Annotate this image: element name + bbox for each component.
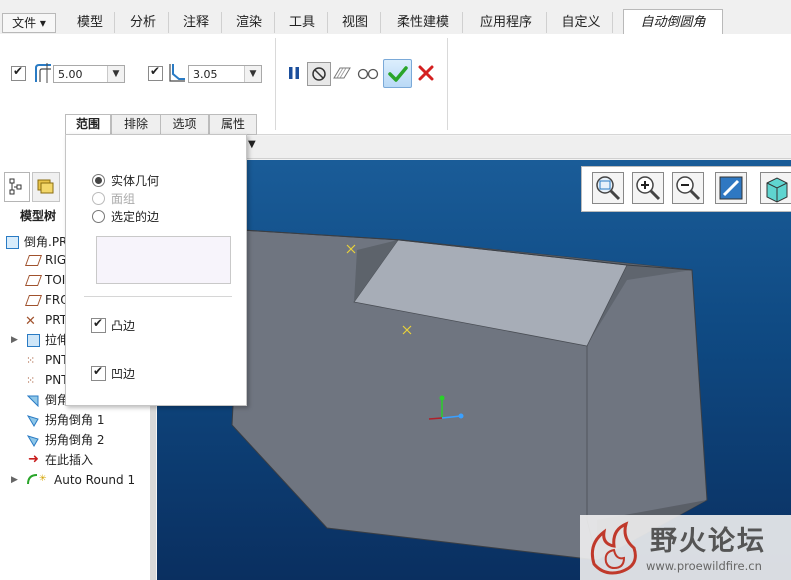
watermark-url: www.proewildfire.cn (646, 559, 762, 573)
chamfer-distance-icon (167, 62, 187, 84)
datum-plane-icon (24, 295, 43, 306)
verify-glasses-icon[interactable] (355, 62, 381, 84)
tree-item-label: 在此插入 (45, 453, 94, 467)
selected-edges-label: 选定的边 (111, 210, 160, 224)
model-tree-tab-icon[interactable] (4, 172, 30, 202)
expand-arrow-icon[interactable]: ▶ (11, 470, 18, 490)
round-radius-value: 5.00 (58, 68, 83, 81)
tree-item-label: 拐角倒角 2 (45, 433, 105, 447)
watermark-title: 野火论坛 (650, 526, 766, 557)
tab-tools[interactable]: 工具 (277, 12, 328, 33)
coordinate-system-icon: ✕ (25, 314, 36, 329)
repaint-button[interactable] (715, 172, 747, 204)
round-radius-checkbox[interactable] (11, 64, 26, 81)
tab-view[interactable]: 视图 (330, 12, 381, 33)
quilt-radio (92, 192, 105, 205)
tab-model[interactable]: 模型 (66, 12, 115, 33)
solid-geometry-label: 实体几何 (111, 174, 160, 188)
tree-item-label: TOI (45, 273, 66, 287)
round-radius-icon (33, 62, 53, 84)
selected-edges-radio[interactable] (92, 210, 105, 223)
convex-edges-checkbox[interactable] (91, 316, 106, 333)
chevron-down-icon[interactable]: ▼ (107, 66, 124, 82)
chamfer-distance-value: 3.05 (193, 68, 218, 81)
divider (84, 296, 232, 297)
tab-customize[interactable]: 自定义 (550, 12, 613, 33)
tab-options[interactable]: 选项 (160, 114, 209, 135)
extrude-icon (27, 334, 40, 347)
insert-arrow-icon: ➜ (28, 452, 39, 467)
part-icon (6, 236, 19, 249)
chamfer-icon (26, 393, 39, 408)
tab-annotate[interactable]: 注释 (171, 12, 222, 33)
tab-applications[interactable]: 应用程序 (466, 12, 547, 33)
corner-chamfer-icon (26, 433, 39, 447)
chevron-down-icon[interactable]: ▼ (248, 139, 256, 150)
chamfer-distance-checkbox[interactable] (148, 64, 163, 81)
tab-analysis[interactable]: 分析 (118, 12, 169, 33)
file-menu-tab[interactable]: 文件 ▾ (2, 13, 56, 33)
corner-chamfer-icon (26, 413, 39, 427)
chevron-down-icon[interactable]: ▼ (244, 66, 261, 82)
forum-watermark: 野火论坛 www.proewildfire.cn (580, 515, 791, 580)
tab-exclude[interactable]: 排除 (111, 114, 161, 135)
chamfer-distance-dropdown[interactable]: 3.05 ▼ (188, 65, 262, 83)
expand-arrow-icon[interactable]: ▶ (11, 330, 18, 350)
datum-plane-icon (24, 255, 43, 266)
zoom-out-button[interactable] (672, 172, 704, 204)
tree-item-label: RIG (45, 253, 67, 267)
group-separator (275, 38, 276, 130)
file-menu-label: 文件 (12, 16, 37, 30)
pause-icon[interactable] (283, 62, 305, 84)
quilt-label: 面组 (111, 192, 136, 206)
tab-scope[interactable]: 范围 (65, 114, 111, 135)
tab-render[interactable]: 渲染 (224, 12, 275, 33)
checkmark-icon (387, 65, 408, 82)
accept-button[interactable] (383, 59, 412, 88)
solid-geometry-radio[interactable] (92, 174, 105, 187)
datum-point-icon: ⁙ (26, 374, 36, 387)
tree-item-label: PRT (45, 313, 68, 327)
display-style-button[interactable] (760, 172, 791, 204)
preview-geometry-icon[interactable] (331, 62, 353, 84)
ribbon-tab-bar: 文件 ▾ 模型 分析 注释 渲染 工具 视图 柔性建模 应用程序 自定义 自动倒… (0, 0, 791, 35)
datum-point-icon: ⁙ (26, 354, 36, 367)
flame-logo-icon (590, 521, 637, 575)
svg-text:✳: ✳ (39, 474, 47, 484)
zoom-window-button[interactable] (592, 172, 624, 204)
round-radius-dropdown[interactable]: 5.00 ▼ (53, 65, 125, 83)
edge-collector[interactable] (96, 236, 231, 284)
view-toolbar (581, 166, 791, 212)
no-preview-icon[interactable] (307, 62, 331, 86)
tab-flexible-modeling[interactable]: 柔性建模 (384, 12, 463, 33)
concave-edges-checkbox[interactable] (91, 364, 106, 381)
concave-edges-label: 凹边 (111, 367, 136, 381)
tree-item-label: 倒角.PR (24, 235, 68, 249)
model-tree-title: 模型树 (20, 209, 57, 223)
scope-panel: 实体几何 面组 选定的边 凸边 凹边 (65, 134, 247, 406)
close-icon (418, 65, 434, 81)
auto-round-icon: ✳ (26, 472, 50, 486)
zoom-in-button[interactable] (632, 172, 664, 204)
tree-item-label: 拐角倒角 1 (45, 413, 105, 427)
layer-tree-tab-icon[interactable] (32, 172, 60, 202)
tab-properties[interactable]: 属性 (209, 114, 257, 135)
datum-plane-icon (24, 275, 43, 286)
convex-edges-label: 凸边 (111, 319, 136, 333)
cancel-button[interactable] (415, 62, 437, 84)
tree-item-label: Auto Round 1 (54, 473, 136, 487)
tab-auto-round[interactable]: 自动倒圆角 (623, 9, 723, 35)
group-separator (447, 38, 448, 130)
